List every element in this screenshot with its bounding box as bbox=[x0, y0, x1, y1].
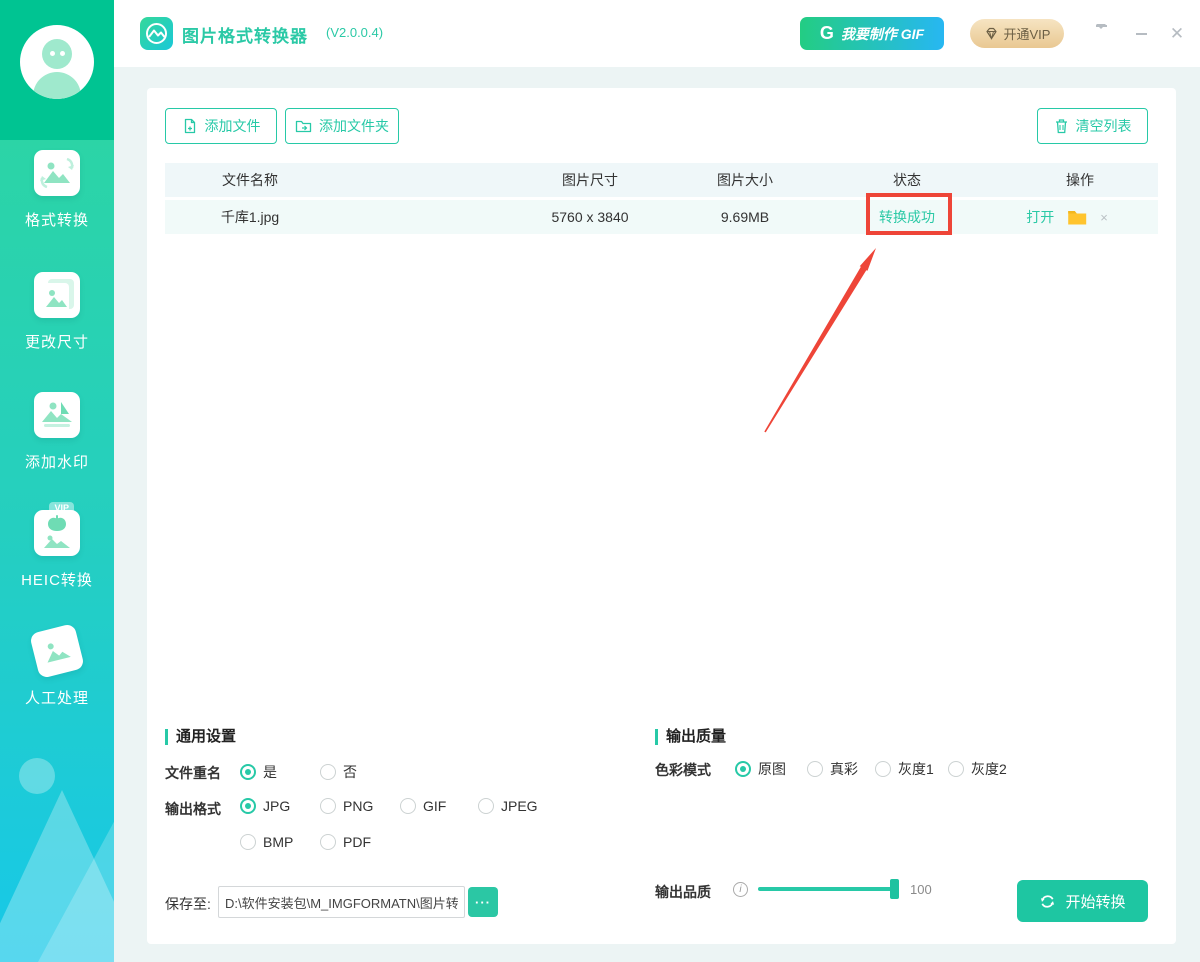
radio-format-bmp[interactable]: BMP bbox=[240, 834, 293, 850]
radio-color-original[interactable]: 原图 bbox=[735, 759, 786, 779]
start-convert-button[interactable]: 开始转换 bbox=[1017, 880, 1148, 922]
remove-row-icon[interactable]: × bbox=[1100, 210, 1108, 225]
minimize-icon bbox=[1136, 33, 1147, 35]
open-link[interactable]: 打开 bbox=[1026, 207, 1054, 227]
col-dimensions: 图片尺寸 bbox=[562, 163, 618, 197]
clear-list-button[interactable]: 清空列表 bbox=[1037, 108, 1148, 144]
row-filesize: 9.69MB bbox=[721, 200, 769, 234]
radio-color-truecolor[interactable]: 真彩 bbox=[807, 759, 858, 779]
title-bar: 图片格式转换器 (V2.0.0.4) G 我要制作 GIF 开通VIP ✕ bbox=[114, 0, 1200, 67]
radio-format-gif[interactable]: GIF bbox=[400, 798, 446, 814]
slider-handle[interactable] bbox=[890, 879, 899, 899]
browse-button[interactable]: ··· bbox=[468, 887, 498, 917]
radio-format-jpg[interactable]: JPG bbox=[240, 798, 290, 814]
file-rename-label: 文件重名 bbox=[165, 763, 221, 783]
radio-format-pdf[interactable]: PDF bbox=[320, 834, 371, 850]
heic-convert-icon: VIP bbox=[34, 510, 80, 556]
table-row: 千库1.jpg 5760 x 3840 9.69MB 转换成功 打开 × bbox=[165, 200, 1158, 234]
sidebar-item-label: 人工处理 bbox=[0, 687, 114, 708]
avatar[interactable] bbox=[20, 25, 94, 99]
close-button[interactable]: ✕ bbox=[1166, 24, 1188, 44]
add-folder-icon bbox=[295, 119, 312, 134]
sidebar-item-heic-convert[interactable]: VIP HEIC转换 bbox=[0, 510, 114, 602]
radio-format-png[interactable]: PNG bbox=[320, 798, 373, 814]
sidebar-item-label: HEIC转换 bbox=[0, 569, 114, 590]
content-card: 添加文件 添加文件夹 清空列表 文件名称 图片尺寸 bbox=[147, 88, 1176, 944]
col-operation: 操作 bbox=[1066, 163, 1094, 197]
sidebar-item-manual-process[interactable]: 人工处理 bbox=[0, 628, 114, 720]
save-path-input[interactable] bbox=[218, 886, 465, 918]
radio-format-jpeg[interactable]: JPEG bbox=[478, 798, 538, 814]
user-account-area[interactable] bbox=[0, 0, 114, 140]
sidebar-item-label: 更改尺寸 bbox=[0, 331, 114, 352]
manual-process-icon bbox=[29, 623, 85, 679]
sidebar-item-resize[interactable]: 更改尺寸 bbox=[0, 272, 114, 364]
sidebar-item-label: 格式转换 bbox=[0, 209, 114, 230]
vip-badge: VIP bbox=[49, 502, 74, 514]
col-filesize: 图片大小 bbox=[717, 163, 773, 197]
sidebar-item-label: 添加水印 bbox=[0, 451, 114, 472]
watermark-icon bbox=[34, 392, 80, 438]
radio-color-gray2[interactable]: 灰度2 bbox=[948, 759, 1007, 779]
save-to-label: 保存至: bbox=[165, 894, 211, 914]
convert-refresh-icon bbox=[1039, 893, 1056, 910]
diamond-icon bbox=[984, 27, 999, 40]
open-folder-icon[interactable] bbox=[1067, 209, 1087, 225]
add-file-button[interactable]: 添加文件 bbox=[165, 108, 277, 144]
quality-label: 输出品质 bbox=[655, 882, 711, 902]
radio-rename-no[interactable]: 否 bbox=[320, 762, 357, 782]
gif-logo-icon: G bbox=[820, 23, 834, 44]
app-title: 图片格式转换器 bbox=[182, 22, 308, 47]
col-filename: 文件名称 bbox=[222, 163, 278, 197]
minimize-to-tray-button[interactable] bbox=[1090, 24, 1112, 44]
general-settings-title: 通用设置 bbox=[165, 729, 236, 745]
close-icon: ✕ bbox=[1170, 24, 1184, 44]
decor-mountain bbox=[38, 818, 114, 962]
make-gif-button[interactable]: G 我要制作 GIF bbox=[800, 17, 944, 50]
sidebar-item-format-convert[interactable]: 格式转换 bbox=[0, 150, 114, 242]
add-file-icon bbox=[182, 118, 198, 134]
main-area: 添加文件 添加文件夹 清空列表 文件名称 图片尺寸 bbox=[114, 67, 1200, 962]
output-quality-title: 输出质量 bbox=[655, 729, 726, 745]
row-dimensions: 5760 x 3840 bbox=[551, 200, 628, 234]
sidebar-item-watermark[interactable]: 添加水印 bbox=[0, 392, 114, 484]
output-format-label: 输出格式 bbox=[165, 799, 221, 819]
quality-value: 100 bbox=[910, 882, 932, 897]
color-mode-label: 色彩模式 bbox=[655, 760, 711, 780]
add-folder-button[interactable]: 添加文件夹 bbox=[285, 108, 399, 144]
row-operations: 打开 × bbox=[1026, 200, 1108, 234]
col-status: 状态 bbox=[893, 163, 921, 197]
row-filename: 千库1.jpg bbox=[221, 200, 279, 234]
info-icon[interactable]: i bbox=[733, 882, 748, 897]
minimize-button[interactable] bbox=[1130, 24, 1152, 44]
open-vip-button[interactable]: 开通VIP bbox=[970, 19, 1064, 48]
table-header: 文件名称 图片尺寸 图片大小 状态 操作 bbox=[165, 163, 1158, 197]
app-version: (V2.0.0.4) bbox=[326, 25, 383, 40]
radio-rename-yes[interactable]: 是 bbox=[240, 762, 277, 782]
app-logo-icon bbox=[140, 17, 173, 50]
sidebar: 格式转换 更改尺寸 添加水印 bbox=[0, 0, 114, 962]
row-status: 转换成功 bbox=[879, 200, 935, 234]
tray-arrow-icon bbox=[1096, 25, 1107, 44]
decor-sun bbox=[19, 758, 55, 794]
quality-slider[interactable] bbox=[758, 887, 895, 891]
trash-icon bbox=[1054, 118, 1069, 134]
radio-color-gray1[interactable]: 灰度1 bbox=[875, 759, 934, 779]
app-window: 格式转换 更改尺寸 添加水印 bbox=[0, 0, 1200, 962]
resize-icon bbox=[34, 272, 80, 318]
format-convert-icon bbox=[34, 150, 80, 196]
